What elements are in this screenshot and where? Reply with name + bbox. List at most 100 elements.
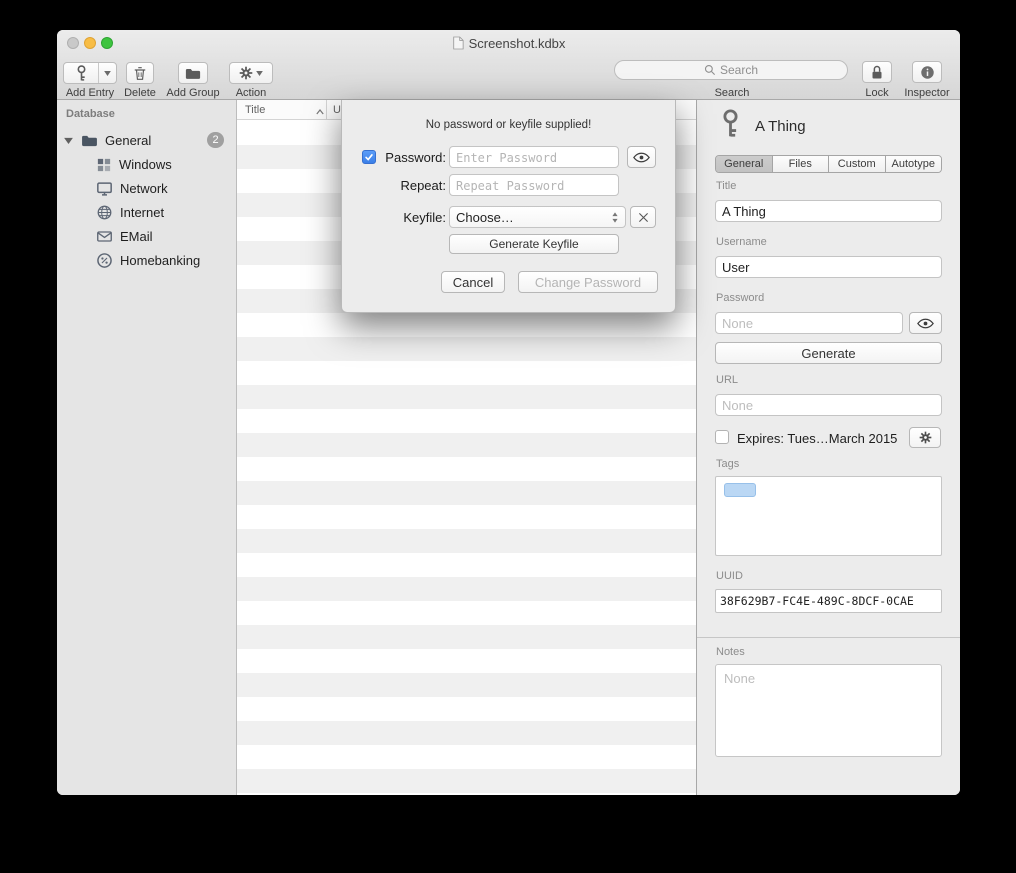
tab-autotype[interactable]: Autotype <box>886 156 942 172</box>
sidebar-item-email[interactable]: EMail <box>57 224 236 249</box>
inspector-panel: A Thing General Files Custom Autotype Ti… <box>696 100 960 795</box>
sidebar-item-homebanking[interactable]: Homebanking <box>57 248 236 273</box>
disclosure-triangle-icon[interactable] <box>64 137 73 144</box>
sidebar-item-internet[interactable]: Internet <box>57 200 236 225</box>
add-entry-button[interactable] <box>63 62 117 84</box>
app-window: Screenshot.kdbx Add Entry Delete Add <box>57 30 960 795</box>
trash-icon <box>133 66 147 81</box>
section-divider <box>697 637 960 638</box>
sidebar-item-windows[interactable]: Windows <box>57 152 236 177</box>
sheet-repeat-input[interactable] <box>449 174 619 196</box>
action-button[interactable] <box>229 62 273 84</box>
cancel-button[interactable]: Cancel <box>441 271 505 293</box>
entry-title: A Thing <box>755 118 806 135</box>
password-row-label: Password: <box>380 150 446 165</box>
envelope-icon <box>97 231 112 242</box>
search-icon <box>704 64 716 76</box>
column-title[interactable]: Title <box>245 104 265 116</box>
search-input[interactable]: Search <box>614 60 848 80</box>
sheet-message: No password or keyfile supplied! <box>342 119 675 131</box>
keyfile-popup-value: Choose… <box>456 210 611 225</box>
url-label: URL <box>716 374 738 386</box>
password-field[interactable] <box>715 312 903 334</box>
generate-keyfile-button[interactable]: Generate Keyfile <box>449 234 619 254</box>
folder-icon <box>81 134 98 147</box>
lock-button[interactable] <box>862 61 892 83</box>
repeat-row-label: Repeat: <box>380 178 446 193</box>
sidebar-section-header: Database <box>66 108 115 120</box>
action-label: Action <box>226 87 276 99</box>
chevron-down-icon <box>256 71 263 76</box>
keyfile-row-label: Keyfile: <box>380 210 446 225</box>
tags-box[interactable] <box>715 476 942 556</box>
window-title-area: Screenshot.kdbx <box>57 35 960 51</box>
sidebar: Database General 2 Windows Network <box>57 100 237 795</box>
percent-coin-icon <box>97 253 112 268</box>
clear-keyfile-button[interactable] <box>630 206 656 228</box>
username-field[interactable] <box>715 256 942 278</box>
uuid-label: UUID <box>716 570 743 582</box>
keyfile-popup[interactable]: Choose… <box>449 206 626 228</box>
network-icon <box>97 182 112 196</box>
close-icon <box>638 212 649 223</box>
sidebar-item-label: Network <box>120 181 168 196</box>
document-icon <box>452 36 464 50</box>
sheet-password-input[interactable] <box>449 146 619 168</box>
add-group-button[interactable] <box>178 62 208 84</box>
sidebar-item-label: EMail <box>120 229 153 244</box>
search-placeholder: Search <box>720 63 758 77</box>
sidebar-item-network[interactable]: Network <box>57 176 236 201</box>
uuid-field[interactable] <box>715 589 942 613</box>
notes-field[interactable]: None <box>715 664 942 757</box>
search-label: Search <box>702 87 762 99</box>
eye-icon <box>633 152 650 163</box>
column-divider[interactable] <box>326 100 327 120</box>
change-password-sheet: No password or keyfile supplied! Passwor… <box>341 100 676 313</box>
tags-label: Tags <box>716 458 739 470</box>
expires-settings-button[interactable] <box>909 427 941 448</box>
reveal-sheet-password-button[interactable] <box>627 146 656 168</box>
password-checkbox[interactable] <box>362 150 376 164</box>
lock-icon <box>871 65 883 80</box>
generate-keyfile-label: Generate Keyfile <box>489 237 578 251</box>
notes-placeholder: None <box>724 671 755 686</box>
window-title: Screenshot.kdbx <box>469 36 566 51</box>
tab-custom[interactable]: Custom <box>829 156 886 172</box>
window-chrome: Screenshot.kdbx Add Entry Delete Add <box>57 30 960 100</box>
gear-icon <box>239 66 253 80</box>
delete-button[interactable] <box>126 62 154 84</box>
eye-icon <box>917 318 934 329</box>
info-icon <box>920 65 935 80</box>
tab-general[interactable]: General <box>716 156 773 172</box>
notes-label: Notes <box>716 646 745 658</box>
sidebar-item-label: General <box>105 133 151 148</box>
chevron-down-icon <box>99 63 116 83</box>
tab-files[interactable]: Files <box>773 156 830 172</box>
sidebar-item-general[interactable]: General 2 <box>57 128 236 153</box>
sidebar-item-label: Windows <box>119 157 172 172</box>
key-icon <box>721 109 740 144</box>
add-group-label: Add Group <box>158 87 228 99</box>
desktop: { "window": { "title": "Screenshot.kdbx"… <box>0 0 1016 873</box>
windows-icon <box>97 158 111 172</box>
globe-icon <box>97 205 112 220</box>
change-password-button[interactable]: Change Password <box>518 271 658 293</box>
reveal-password-button[interactable] <box>909 312 942 334</box>
expires-checkbox[interactable] <box>715 430 729 444</box>
title-field[interactable] <box>715 200 942 222</box>
sidebar-item-label: Internet <box>120 205 164 220</box>
sort-ascending-icon <box>316 106 324 118</box>
column-username[interactable]: U <box>333 104 341 116</box>
inspector-tabs: General Files Custom Autotype <box>715 155 942 173</box>
tag-chip[interactable] <box>724 483 756 497</box>
url-field[interactable] <box>715 394 942 416</box>
inspector-label: Inspector <box>897 87 957 99</box>
inspector-button[interactable] <box>912 61 942 83</box>
expires-label: Expires: Tues…March 2015 <box>737 431 905 446</box>
folder-plus-icon <box>185 67 201 80</box>
key-icon <box>64 63 98 83</box>
generate-password-button[interactable]: Generate <box>715 342 942 364</box>
username-label: Username <box>716 236 767 248</box>
change-password-label: Change Password <box>535 275 641 290</box>
cancel-label: Cancel <box>453 275 493 290</box>
